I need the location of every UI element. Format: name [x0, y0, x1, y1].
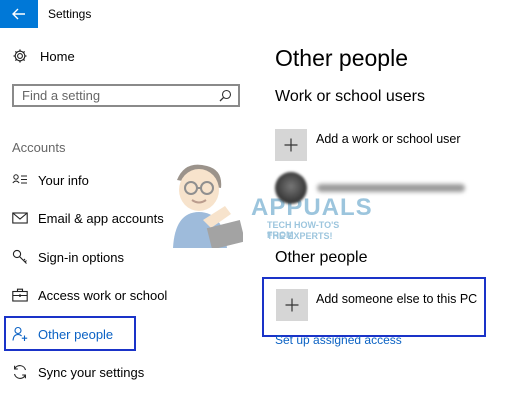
mail-icon: [12, 210, 28, 226]
search-input[interactable]: [22, 88, 202, 103]
sidebar-home[interactable]: Home: [12, 48, 75, 64]
assigned-access-link[interactable]: Set up assigned access: [275, 333, 402, 347]
highlight-box-add-someone: [262, 277, 486, 337]
briefcase-icon: [12, 287, 28, 303]
search-icon[interactable]: [219, 89, 232, 102]
plus-icon: [284, 138, 298, 152]
sidebar-item-label: Your info: [38, 172, 89, 188]
work-school-heading: Work or school users: [275, 88, 425, 105]
watermark-tagline-1: TECH HOW-TO'S FROM: [267, 220, 340, 240]
avatar: [275, 172, 307, 204]
sidebar-item-access-work-school[interactable]: Access work or school: [12, 287, 167, 303]
other-people-heading: Other people: [275, 249, 368, 266]
sidebar-item-email-app-accounts[interactable]: Email & app accounts: [12, 210, 164, 226]
person-card-icon: [12, 172, 28, 188]
sidebar-item-sync-settings[interactable]: Sync your settings: [12, 364, 144, 380]
window-title: Settings: [48, 7, 92, 21]
add-work-school-user-button[interactable]: [275, 129, 307, 161]
sidebar-item-label: Sync your settings: [38, 364, 145, 380]
blurred-account-row[interactable]: [275, 172, 465, 204]
back-button[interactable]: [0, 0, 38, 28]
search-box[interactable]: [12, 84, 240, 107]
sync-icon: [12, 364, 28, 380]
sidebar-item-label: Access work or school: [38, 287, 168, 303]
watermark-tagline-2: THE EXPERTS!: [267, 231, 333, 241]
page-title: Other people: [275, 45, 408, 71]
sidebar-section-label: Accounts: [12, 140, 66, 155]
blurred-account-name: [317, 184, 465, 192]
sidebar-item-your-info[interactable]: Your info: [12, 172, 89, 188]
sidebar-item-label: Email & app accounts: [38, 210, 164, 226]
highlight-box-other-people: [4, 316, 136, 351]
back-arrow-icon: [12, 8, 25, 20]
add-work-school-user-label[interactable]: Add a work or school user: [316, 132, 461, 146]
sidebar-home-label: Home: [40, 48, 75, 64]
mascot-icon: [173, 164, 243, 248]
title-bar: Settings: [0, 0, 514, 28]
sidebar-item-sign-in-options[interactable]: Sign-in options: [12, 249, 124, 265]
key-icon: [12, 249, 28, 265]
sidebar-item-label: Sign-in options: [38, 249, 124, 265]
gear-icon: [13, 49, 27, 63]
